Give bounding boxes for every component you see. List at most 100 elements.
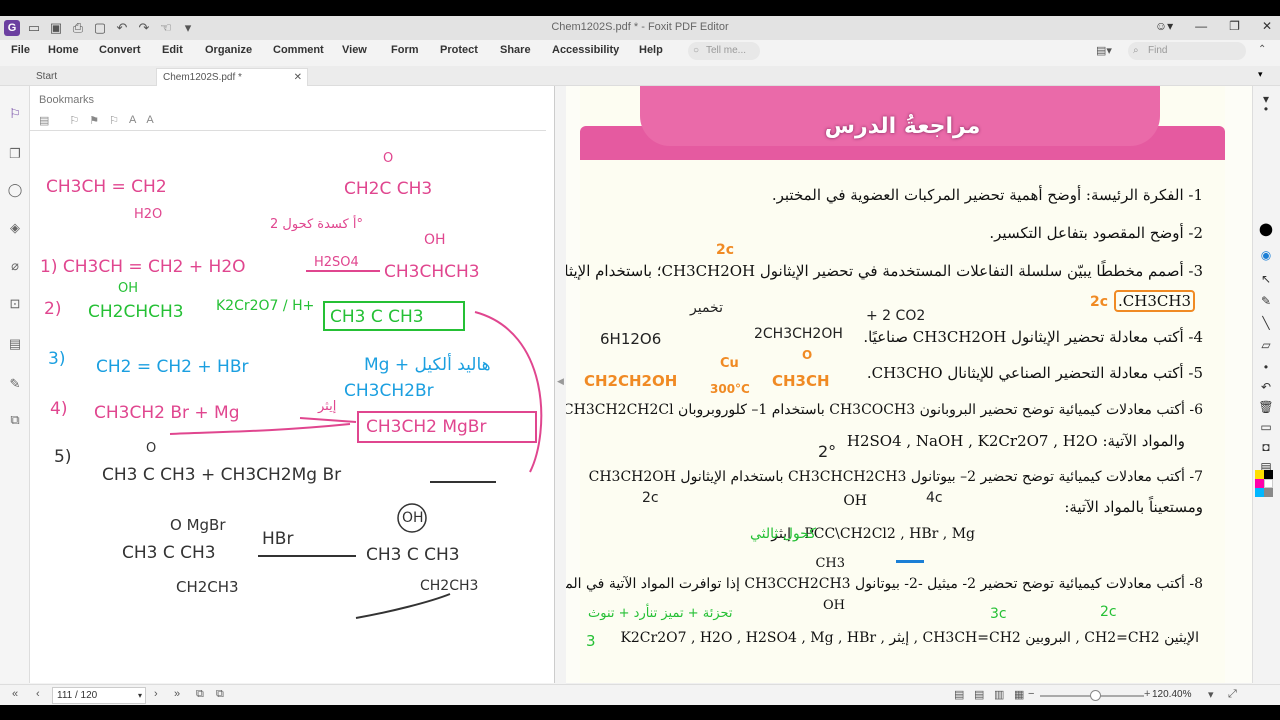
- zoom-level[interactable]: 120.40%: [1152, 689, 1191, 700]
- color-gray[interactable]: [1264, 488, 1273, 497]
- collapse-bookmark-icon[interactable]: A: [146, 114, 153, 127]
- line-icon[interactable]: ╲: [1256, 314, 1276, 332]
- copy-page-icon[interactable]: ⧉: [196, 688, 204, 701]
- last-page-icon[interactable]: »: [174, 688, 180, 700]
- window-controls: ☺▾ — ❐ ✕: [1155, 19, 1272, 33]
- panel-collapse-icon[interactable]: ◀: [557, 376, 564, 387]
- note-l4p: CH3CH2 MgBr: [366, 417, 486, 437]
- menu-comment[interactable]: Comment: [273, 44, 324, 56]
- page-number-input[interactable]: 111 / 120 ▾: [52, 687, 146, 704]
- note-l2oh: OH: [118, 281, 138, 296]
- layout-icon[interactable]: ▤▾: [1096, 44, 1112, 57]
- question-7b: ومستعيناً بالمواد الآتية:: [1064, 498, 1203, 516]
- camera-icon[interactable]: ◘: [1256, 438, 1276, 456]
- select-icon[interactable]: ↖: [1256, 270, 1276, 288]
- menu-convert[interactable]: Convert: [99, 44, 141, 56]
- menu-edit[interactable]: Edit: [162, 44, 183, 56]
- delete-bookmark-icon[interactable]: ⚐: [109, 114, 119, 127]
- trash-icon[interactable]: 🗑: [1256, 398, 1276, 416]
- note-curve-arrow-2: [169, 423, 351, 435]
- color-black[interactable]: [1264, 470, 1273, 479]
- menu-help[interactable]: Help: [639, 44, 663, 56]
- minimize-icon[interactable]: —: [1195, 19, 1207, 33]
- dot-icon[interactable]: •: [1256, 358, 1276, 376]
- menu-protect[interactable]: Protect: [440, 44, 478, 56]
- tab-document[interactable]: Chem1202S.pdf * ✕: [156, 68, 308, 86]
- prev-page-icon[interactable]: ‹: [36, 688, 40, 700]
- menu-bar: File Home Convert Edit Organize Comment …: [0, 40, 1280, 62]
- find-box[interactable]: ⌕ Find: [1128, 42, 1246, 60]
- bookmarks-toolbar: ▤ ⚐ ⚑ ⚐ A A: [39, 114, 154, 127]
- zoom-slider-knob[interactable]: [1090, 690, 1101, 701]
- note-l3r: Mg + هاليد ألكيل: [364, 353, 491, 375]
- account-icon[interactable]: ☺▾: [1155, 19, 1173, 33]
- tell-me-box[interactable]: ○ Tell me...: [688, 42, 760, 60]
- signature-icon[interactable]: ✎: [7, 376, 23, 392]
- lightbulb-icon: ○: [693, 45, 700, 56]
- bookmark-icon[interactable]: ⚐: [7, 106, 23, 122]
- next-page-icon[interactable]: ›: [154, 688, 158, 700]
- close-tab-icon[interactable]: ✕: [294, 69, 302, 87]
- question-8-ch3: CH3: [815, 556, 845, 571]
- menu-view[interactable]: View: [342, 44, 367, 56]
- tab-menu-icon[interactable]: ▾: [1258, 69, 1263, 80]
- expand-bookmark-icon[interactable]: A: [129, 114, 136, 127]
- content-icon[interactable]: ▤: [7, 336, 23, 352]
- zoom-in-icon[interactable]: +: [1144, 688, 1150, 700]
- tab-start[interactable]: Start: [30, 68, 152, 86]
- single-page-icon[interactable]: ▤: [954, 688, 964, 701]
- comments-icon[interactable]: ◯: [7, 182, 23, 198]
- color-cyan[interactable]: [1255, 488, 1264, 497]
- question-3: 3- أصمم مخططًا يبيّن سلسلة التفاعلات الم…: [566, 262, 1203, 280]
- question-6b: والمواد الآتية: H2SO4 , NaOH , K2Cr2O7 ,…: [846, 432, 1185, 450]
- question-1: 1- الفكرة الرئيسة: أوضح أهمية تحضير المر…: [771, 186, 1203, 204]
- undo-ink-icon[interactable]: ↶: [1256, 378, 1276, 396]
- restore-icon[interactable]: ❐: [1229, 19, 1240, 33]
- zoom-out-icon[interactable]: −: [1028, 688, 1034, 700]
- question-6: 6- أكتب معادلات كيميائية توضح تحضير البر…: [566, 402, 1203, 418]
- note-l4a: CH3CH2 Br + Mg: [94, 403, 240, 423]
- new-bookmark-icon[interactable]: ⚑: [89, 114, 99, 127]
- fit-icon[interactable]: ⧉: [216, 688, 224, 701]
- pen-tool-icon[interactable]: ⬤: [1256, 220, 1276, 238]
- eraser-icon[interactable]: ▱: [1256, 336, 1276, 354]
- ink-tertiary-alcohol: كحول ثالثي: [750, 526, 816, 542]
- facing-icon[interactable]: ▥: [994, 688, 1004, 701]
- ribbon-toggle-icon[interactable]: ⌃: [1258, 44, 1266, 55]
- layers-icon[interactable]: ◈: [7, 220, 23, 236]
- screen-icon[interactable]: ▭: [1256, 418, 1276, 436]
- add-bookmark-icon[interactable]: ⚐: [69, 114, 79, 127]
- menu-file[interactable]: File: [11, 44, 30, 56]
- menu-share[interactable]: Share: [500, 44, 531, 56]
- ink-4c: 4c: [926, 490, 943, 506]
- continuous-icon[interactable]: ▤: [974, 688, 984, 701]
- view-icon[interactable]: ◉: [1256, 246, 1276, 264]
- color-palette[interactable]: [1255, 470, 1273, 510]
- highlighter-icon[interactable]: ✎: [1256, 292, 1276, 310]
- security-icon[interactable]: ⊡: [7, 296, 23, 312]
- question-7-oh: OH: [843, 493, 867, 509]
- ink-2c-d: 2c: [1100, 604, 1117, 620]
- color-magenta[interactable]: [1255, 479, 1264, 488]
- note-l4: 4): [50, 399, 67, 419]
- bookmark-options-icon[interactable]: ▤: [39, 114, 49, 127]
- first-page-icon[interactable]: «: [12, 688, 18, 700]
- ink-2co2: + 2 CO2: [866, 308, 926, 324]
- menu-home[interactable]: Home: [48, 44, 79, 56]
- color-yellow[interactable]: [1255, 470, 1264, 479]
- menu-form[interactable]: Form: [391, 44, 419, 56]
- destinations-icon[interactable]: ⧉: [7, 412, 23, 428]
- page-dropdown-icon[interactable]: ▾: [138, 688, 142, 703]
- color-white[interactable]: [1264, 479, 1273, 488]
- fullscreen-icon[interactable]: ⤢: [1228, 688, 1237, 701]
- pdf-page: مراجعةُ الدرس 1- الفكرة الرئيسة: أوضح أه…: [566, 86, 1225, 683]
- close-icon[interactable]: ✕: [1262, 19, 1272, 33]
- pages-icon[interactable]: ❐: [7, 146, 23, 162]
- menu-organize[interactable]: Organize: [205, 44, 252, 56]
- zoom-dropdown-icon[interactable]: ▾: [1208, 688, 1214, 701]
- note-l6b: CH3 C CH3: [122, 543, 216, 563]
- attachment-icon[interactable]: ⌀: [7, 258, 23, 274]
- menu-accessibility[interactable]: Accessibility: [552, 44, 619, 56]
- continuous-facing-icon[interactable]: ▦: [1014, 688, 1024, 701]
- ink-3: 3: [586, 632, 596, 650]
